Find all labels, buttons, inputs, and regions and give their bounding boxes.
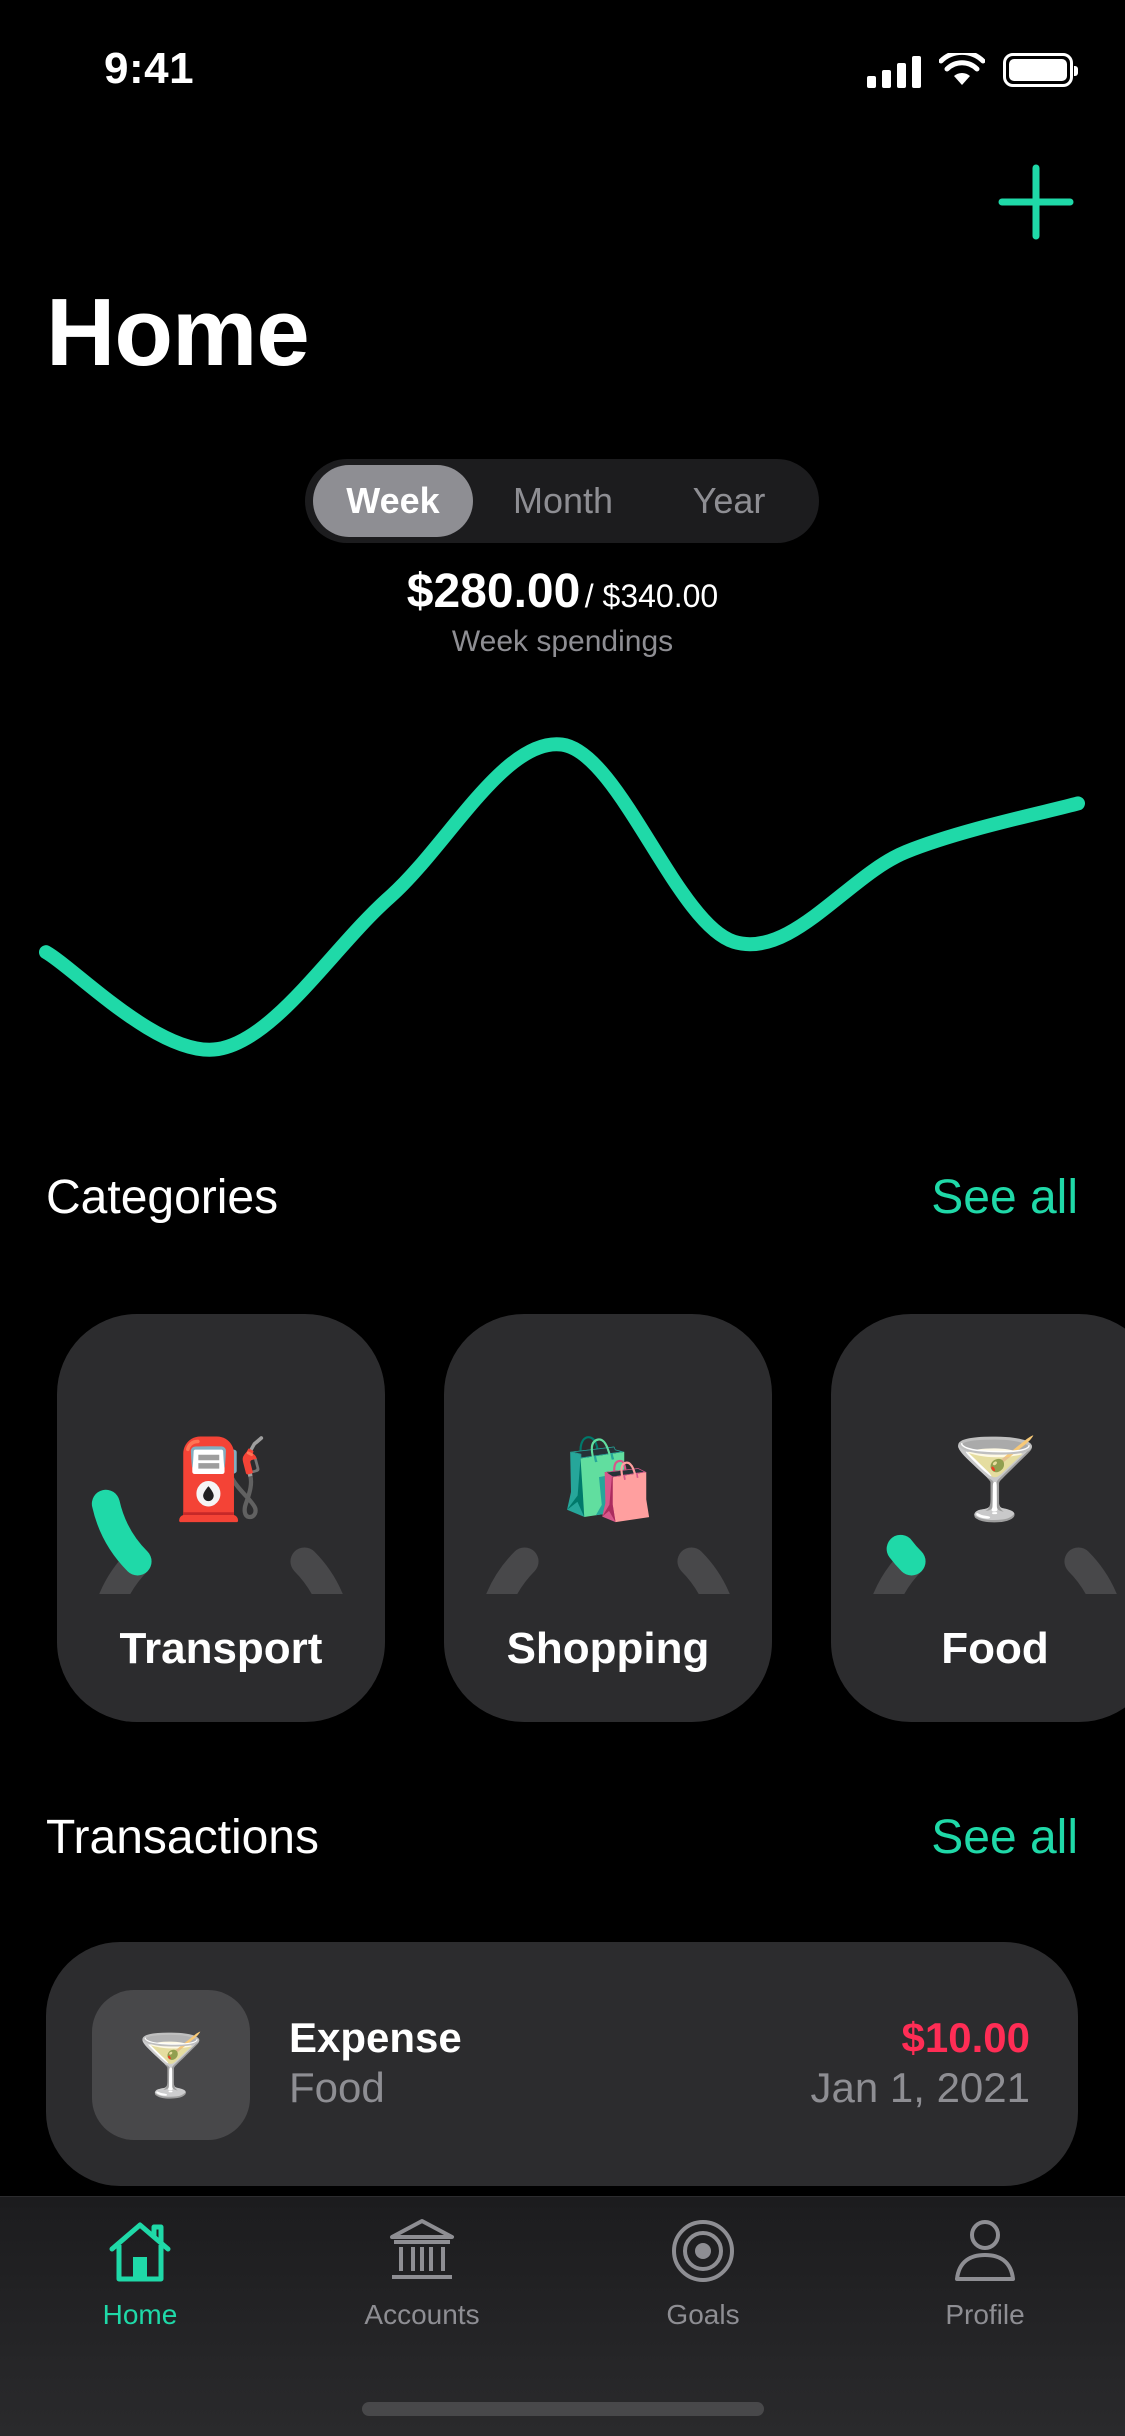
- tab-label: Accounts: [364, 2299, 480, 2330]
- battery-icon: [1003, 53, 1078, 87]
- tab-home[interactable]: Home: [40, 2215, 240, 2365]
- page-title: Home: [46, 279, 310, 386]
- period-month-tab[interactable]: Month: [483, 465, 643, 537]
- category-name: Food: [941, 1624, 1049, 1673]
- spending-label: Week spendings: [451, 625, 674, 658]
- category-card-transport[interactable]: ⛽ Transport: [57, 1314, 385, 1722]
- category-card-shopping[interactable]: 🛍️ Shopping: [444, 1314, 772, 1722]
- tab-label: Home: [102, 2299, 178, 2330]
- chart-series-line: [39, 737, 1085, 1057]
- period-selector: Week Month Year: [305, 459, 819, 543]
- transactions-title: Transactions: [46, 1811, 319, 1864]
- bank-icon: [390, 2219, 454, 2279]
- spending-amount: $280.00: [406, 565, 581, 618]
- spending-line-chart: [39, 737, 1085, 1057]
- person-icon: [955, 2220, 1015, 2281]
- tab-goals[interactable]: Goals: [603, 2215, 803, 2365]
- categories-see-all-link[interactable]: See all: [931, 1170, 1078, 1225]
- transaction-amount: $10.00: [901, 2014, 1030, 2061]
- home-indicator: [362, 2402, 764, 2416]
- cocktail-icon: 🍸: [946, 1435, 1044, 1523]
- tab-label: Goals: [666, 2299, 740, 2330]
- cocktail-icon: 🍸: [92, 1990, 250, 2140]
- transactions-see-all-link[interactable]: See all: [931, 1810, 1078, 1865]
- category-card-food[interactable]: 🍸 Food: [831, 1314, 1125, 1722]
- transaction-type: Expense: [289, 2014, 462, 2061]
- tab-profile[interactable]: Profile: [885, 2215, 1085, 2365]
- categories-title: Categories: [46, 1171, 279, 1224]
- home-icon: [109, 2222, 171, 2282]
- period-week-tab[interactable]: Week: [313, 465, 473, 537]
- period-year-tab[interactable]: Year: [649, 465, 809, 537]
- tab-accounts[interactable]: Accounts: [322, 2215, 522, 2365]
- category-name: Transport: [119, 1624, 323, 1673]
- transaction-category: Food: [289, 2064, 385, 2111]
- fuel-pump-icon: ⛽: [172, 1435, 270, 1523]
- wifi-icon: [939, 53, 985, 85]
- cellular-signal-icon: [867, 52, 921, 88]
- tab-label: Profile: [945, 2299, 1025, 2330]
- plus-icon[interactable]: [998, 164, 1074, 240]
- transaction-row[interactable]: 🍸 Expense Food $10.00 Jan 1, 2021: [46, 1942, 1078, 2186]
- category-name: Shopping: [506, 1624, 710, 1673]
- status-time: 9:41: [104, 44, 195, 93]
- target-icon: [672, 2220, 734, 2282]
- spending-budget: / $340.00: [584, 578, 719, 614]
- transaction-date: Jan 1, 2021: [810, 2064, 1030, 2111]
- status-icons: [867, 52, 1078, 88]
- shopping-bags-icon: 🛍️: [559, 1435, 657, 1523]
- tab-bar: Home Accounts Goals Profile: [0, 2196, 1125, 2436]
- spending-summary: $280.00 / $340.00: [0, 564, 1125, 619]
